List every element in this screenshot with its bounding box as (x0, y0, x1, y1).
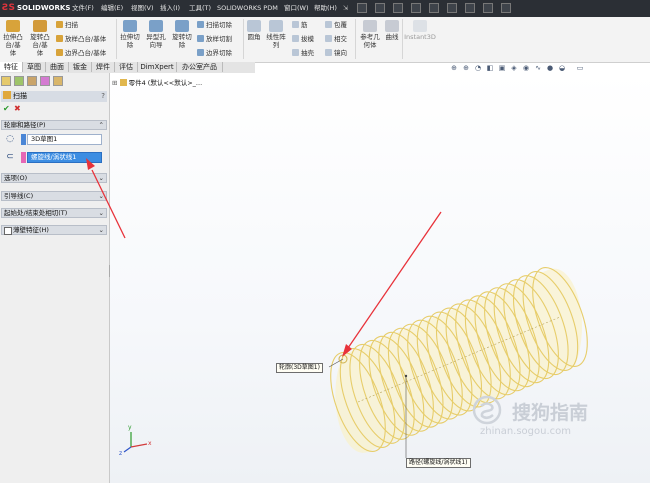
sogou-watermark-logo (472, 395, 502, 425)
watermark-url: zhinan.sogou.com (480, 426, 572, 437)
triad-z-axis (123, 446, 132, 453)
watermark-text: 搜狗指南 (512, 402, 589, 424)
triad-x-axis (130, 443, 148, 448)
annotation-arrow-path-field (91, 169, 126, 239)
triad-y-label: y (128, 424, 132, 431)
triad-z-label: z (119, 450, 123, 457)
annotation-arrowhead (86, 158, 95, 170)
path-leader-dot (404, 374, 408, 378)
callout-path[interactable]: 路径(螺旋线/涡状线1) (406, 458, 471, 468)
triad-x-label: x (148, 440, 152, 447)
callout-profile[interactable]: 轮廓(3D草图1) (276, 363, 323, 373)
